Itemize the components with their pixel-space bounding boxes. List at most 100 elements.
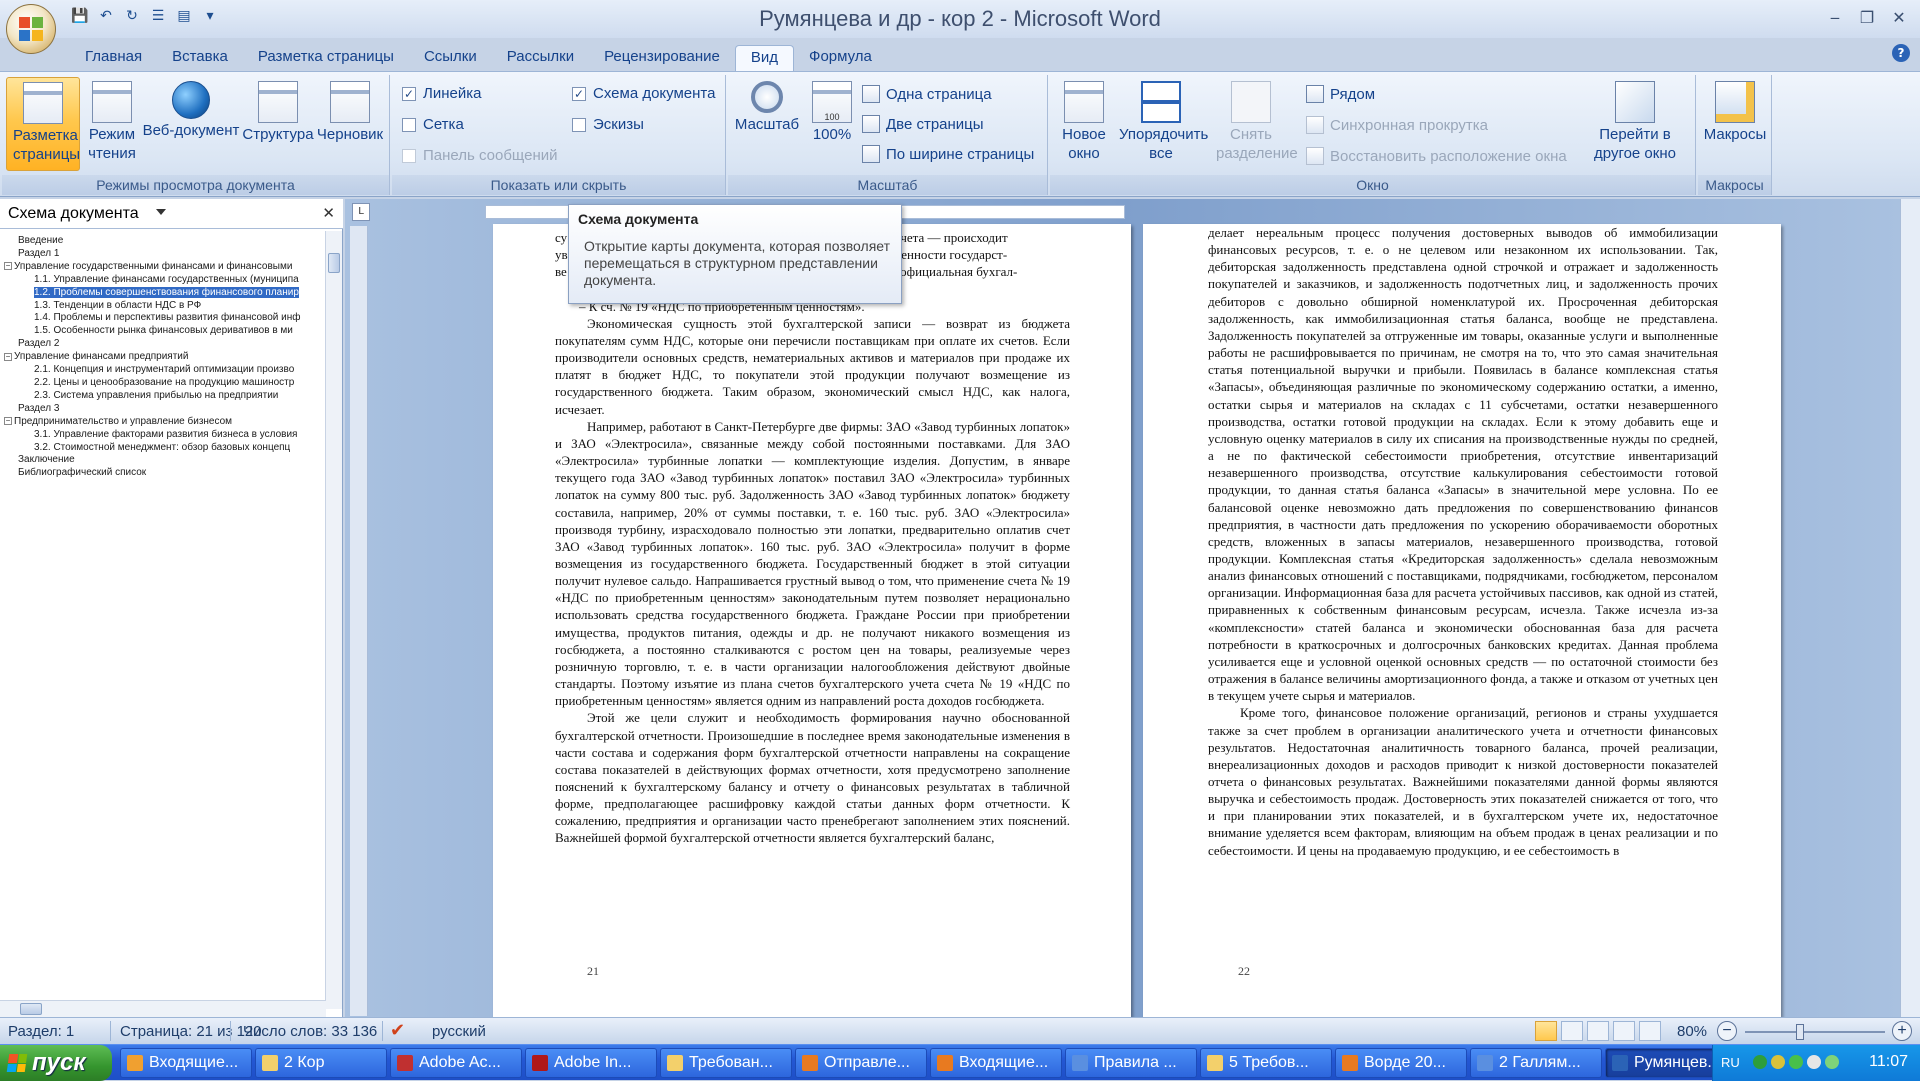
arrange-all-button[interactable]: Упорядочить все (1116, 77, 1208, 171)
tab-selector-icon[interactable]: L (352, 203, 370, 221)
reading-mode-button[interactable]: Режим чтения (82, 77, 142, 171)
page-21[interactable]: су иту счета — происходит ув (493, 224, 1131, 1017)
restore-icon[interactable]: ❐ (1854, 6, 1880, 28)
taskbar-item[interactable]: Adobe Ac... (390, 1048, 522, 1078)
tray-icon[interactable] (1807, 1055, 1821, 1069)
one-page-button[interactable]: Одна страница (862, 85, 992, 103)
tree-item[interactable]: Введение (4, 235, 324, 248)
zoom-out-icon[interactable]: − (1717, 1021, 1737, 1041)
scrollbar-thumb[interactable] (328, 253, 340, 273)
tree-item[interactable]: 1.1. Управление финансами государственны… (4, 274, 324, 287)
outline-button[interactable]: Структура (242, 77, 314, 171)
switch-window-button[interactable]: Перейти в другое окно (1582, 77, 1688, 171)
outline-view-icon[interactable] (1613, 1021, 1635, 1041)
tray-icon[interactable] (1771, 1055, 1785, 1069)
collapse-icon[interactable]: − (4, 352, 12, 361)
tree-item[interactable]: 1.2. Проблемы совершенствования финансов… (4, 286, 324, 300)
tree-item[interactable]: 1.4. Проблемы и перспективы развития фин… (4, 312, 324, 325)
zoom-slider[interactable] (1745, 1024, 1885, 1040)
side-by-side-button[interactable]: Рядом (1306, 85, 1375, 103)
page-width-button[interactable]: По ширине страницы (862, 145, 1034, 163)
status-word-count[interactable]: Число слов: 33 136 (243, 1023, 377, 1040)
web-view-icon[interactable] (1587, 1021, 1609, 1041)
tree-item[interactable]: 1.3. Тенденции в области НДС в РФ (4, 300, 324, 313)
taskbar-item[interactable]: Входящие... (120, 1048, 252, 1078)
close-icon[interactable]: ✕ (322, 204, 335, 222)
start-button[interactable]: пуск (0, 1045, 112, 1081)
taskbar-item[interactable]: Ворде 20... (1335, 1048, 1467, 1078)
tree-item[interactable]: Раздел 1 (4, 248, 324, 261)
grid-checkbox[interactable]: Сетка (402, 116, 464, 133)
collapse-icon[interactable]: − (4, 417, 12, 426)
tree-item[interactable]: 2.3. Система управления прибылью на пред… (4, 390, 324, 403)
new-window-button[interactable]: Новое окно (1054, 77, 1114, 171)
zoom-in-icon[interactable]: + (1892, 1021, 1912, 1041)
thumbnails-checkbox[interactable]: Эскизы (572, 116, 644, 133)
group-views-label: Режимы просмотра документа (2, 175, 389, 195)
tray-icon[interactable] (1753, 1055, 1767, 1069)
clock[interactable]: 11:07 (1869, 1053, 1908, 1071)
taskbar-item[interactable]: Входящие... (930, 1048, 1062, 1078)
taskbar-item[interactable]: Отправле... (795, 1048, 927, 1078)
minimize-icon[interactable]: ‒ (1822, 6, 1848, 28)
reading-view-icon[interactable] (1561, 1021, 1583, 1041)
zoom-button[interactable]: Масштаб (732, 77, 802, 171)
doc-map-checkbox[interactable]: ✓ Схема документа (572, 85, 715, 102)
status-language[interactable]: русский (432, 1023, 486, 1040)
tree-item[interactable]: 3.2. Стоимостной менеджмент: обзор базов… (4, 442, 324, 455)
scrollbar-thumb[interactable] (20, 1003, 42, 1015)
document-scrollbar[interactable] (1900, 199, 1920, 1017)
page-21-text: су иту счета — происходит ув (555, 229, 1070, 847)
taskbar-item[interactable]: 2 Кор (255, 1048, 387, 1078)
tree-item[interactable]: Раздел 3 (4, 403, 324, 416)
zoom-100-button[interactable]: 100 100% (804, 77, 860, 171)
tab-mailings[interactable]: Рассылки (492, 45, 589, 71)
tab-formula[interactable]: Формула (794, 45, 887, 71)
chevron-down-icon[interactable] (156, 209, 166, 215)
zoom-level[interactable]: 80% (1677, 1023, 1707, 1040)
tree-item[interactable]: Раздел 2 (4, 338, 324, 351)
taskbar-item[interactable]: Требован... (660, 1048, 792, 1078)
macros-button[interactable]: Макросы (1702, 77, 1768, 171)
tab-review[interactable]: Рецензирование (589, 45, 735, 71)
draft-button[interactable]: Черновик (314, 77, 386, 171)
document-map-scrollbar[interactable] (325, 231, 342, 1009)
zoom-slider-knob[interactable] (1796, 1024, 1804, 1040)
close-icon[interactable]: ✕ (1886, 6, 1912, 28)
document-map-hscrollbar[interactable] (0, 1000, 326, 1017)
tree-item[interactable]: 2.2. Цены и ценообразование на продукцию… (4, 377, 324, 390)
taskbar-item[interactable]: Правила ... (1065, 1048, 1197, 1078)
collapse-icon[interactable]: − (4, 262, 12, 271)
print-layout-button[interactable]: Разметка страницы (6, 77, 80, 171)
tree-item[interactable]: Заключение (4, 454, 324, 467)
status-section[interactable]: Раздел: 1 (8, 1023, 74, 1040)
tree-item[interactable]: − Предпринимательство и управление бизнес… (4, 416, 324, 429)
draft-view-icon[interactable] (1639, 1021, 1661, 1041)
help-icon[interactable]: ? (1892, 44, 1910, 62)
ruler-checkbox[interactable]: ✓ Линейка (402, 85, 481, 102)
tree-item[interactable]: − Управление финансами предприятий (4, 351, 324, 364)
taskbar-item[interactable]: 2 Галлям... (1470, 1048, 1602, 1078)
tab-view[interactable]: Вид (734, 45, 795, 71)
print-layout-view-icon[interactable] (1535, 1021, 1557, 1041)
tree-item[interactable]: 1.5. Особенности рынка финансовых дерива… (4, 325, 324, 338)
page-22[interactable]: делает нереальным процесс получения дост… (1143, 224, 1781, 1017)
tree-item[interactable]: 2.1. Концепция и инструментарий оптимиза… (4, 364, 324, 377)
tab-page-layout[interactable]: Разметка страницы (243, 45, 409, 71)
tab-home[interactable]: Главная (70, 45, 157, 71)
office-button[interactable] (6, 4, 56, 54)
spellcheck-icon[interactable]: ✔ (390, 1020, 405, 1041)
tree-item[interactable]: 3.1. Управление факторами развития бизне… (4, 429, 324, 442)
two-pages-button[interactable]: Две страницы (862, 115, 984, 133)
tray-icon[interactable] (1789, 1055, 1803, 1069)
taskbar-item[interactable]: 5 Требов... (1200, 1048, 1332, 1078)
web-layout-button[interactable]: Веб-документ (140, 77, 242, 171)
language-indicator[interactable]: RU (1721, 1055, 1740, 1070)
taskbar-item[interactable]: Adobe In... (525, 1048, 657, 1078)
tab-insert[interactable]: Вставка (157, 45, 243, 71)
tree-item[interactable]: Библиографический список (4, 467, 324, 480)
tray-icon[interactable] (1825, 1055, 1839, 1069)
tree-item[interactable]: − Управление государственными финансами и… (4, 261, 324, 274)
tab-references[interactable]: Ссылки (409, 45, 492, 71)
status-page[interactable]: Страница: 21 из 120 (120, 1023, 262, 1040)
